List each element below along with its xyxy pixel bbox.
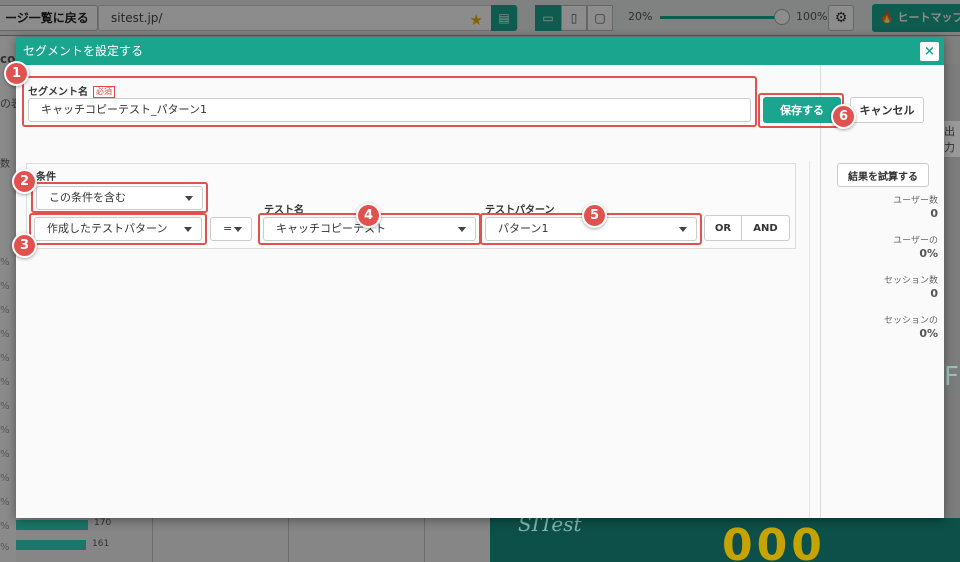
zoom-min-label: 20%	[628, 10, 653, 23]
heatmap-button: 🔥 ヒートマップ	[872, 4, 960, 32]
background-preview-letter: F	[944, 362, 959, 392]
stat-label: ユーザーの	[893, 236, 938, 246]
modal-body: セグメント名 必須 キャッチコピーテスト_パターン1 保存する キャンセル 条件 …	[4, 61, 944, 518]
modal-title: セグメントを設定する	[23, 44, 144, 58]
tablet-icon: ▢	[587, 5, 613, 31]
zoom-max-label: 100%	[796, 10, 828, 23]
test-name-label: テスト名	[264, 205, 304, 216]
background-bar-value: 170	[94, 518, 112, 528]
background-grid-line	[288, 518, 289, 562]
background-label-fragment: 数	[0, 159, 10, 170]
or-button[interactable]: OR	[704, 215, 742, 241]
background-percent: %	[0, 305, 10, 316]
required-badge: 必須	[93, 86, 115, 98]
background-grid-line	[424, 518, 425, 562]
target-select[interactable]: 作成したテストパターン	[34, 217, 202, 241]
background-page-preview: SITest 000	[490, 518, 960, 562]
background-percent: %	[0, 281, 10, 292]
test-pattern-label: テストパターン	[485, 205, 555, 216]
chevron-down-icon	[458, 227, 466, 232]
close-icon[interactable]: ×	[920, 42, 939, 61]
stat-value: 0%	[919, 327, 938, 340]
stat-label: セッション数	[883, 276, 938, 286]
modal-header: セグメントを設定する ×	[16, 37, 944, 65]
background-percent: %	[0, 473, 10, 484]
background-toolbar: ージ一覧に戻る sitest.jp/ ★ ▤ ▭ ▯ ▢ 20% 100% ⚙ …	[0, 0, 960, 36]
background-preview-logo: SITest	[518, 518, 582, 536]
stat-value: 0%	[919, 247, 938, 260]
background-percent: %	[0, 497, 10, 508]
star-icon: ★	[469, 11, 483, 29]
url-field: sitest.jp/ ★ ▤	[98, 5, 518, 31]
mobile-icon: ▯	[561, 5, 587, 31]
cancel-button[interactable]: キャンセル	[850, 97, 924, 123]
operator-select[interactable]: =	[210, 217, 252, 241]
annotation-badge-6: 6	[831, 104, 856, 129]
annotation-badge-1: 1	[4, 61, 29, 86]
save-button[interactable]: 保存する	[763, 97, 841, 123]
chevron-down-icon	[184, 227, 192, 232]
annotation-badge-2: 2	[12, 169, 37, 194]
background-output-button: 出力	[942, 121, 960, 157]
background-percent: %	[0, 329, 10, 340]
back-to-page-list-button: ージ一覧に戻る	[0, 5, 98, 31]
background-bar	[16, 540, 86, 550]
background-percent: %	[0, 377, 10, 388]
background-percent: %	[0, 449, 10, 460]
background-grid-line	[152, 518, 153, 562]
zoom-slider-track	[660, 16, 782, 19]
stat-label: セッションの	[883, 316, 938, 326]
background-percent: %	[0, 542, 10, 553]
condition-title: 条件	[36, 172, 56, 183]
background-percent: %	[0, 401, 10, 412]
stat-label: ユーザー数	[893, 196, 938, 206]
background-preview-number: 000	[722, 520, 826, 562]
chevron-down-icon	[679, 227, 687, 232]
document-icon: ▤	[491, 5, 517, 31]
annotation-badge-4: 4	[356, 203, 381, 228]
segment-modal: セグメントを設定する × セグメント名 必須 キャッチコピーテスト_パターン1 保…	[4, 37, 944, 518]
estimate-results-button[interactable]: 結果を試算する	[837, 163, 929, 187]
chevron-down-icon	[185, 196, 193, 201]
segment-name-label: セグメント名 必須	[28, 83, 115, 98]
background-percent: %	[0, 425, 10, 436]
chevron-down-icon	[234, 227, 242, 232]
background-percent: %	[0, 353, 10, 364]
annotation-badge-5: 5	[582, 203, 607, 228]
and-button[interactable]: AND	[742, 215, 790, 241]
include-condition-select[interactable]: この条件を含む	[36, 186, 203, 210]
panel-divider	[809, 161, 810, 518]
background-bar	[16, 520, 88, 530]
background-percent: %	[0, 521, 10, 532]
segment-name-input[interactable]: キャッチコピーテスト_パターン1	[28, 98, 751, 122]
desktop-icon: ▭	[535, 5, 561, 31]
background-bar-value: 161	[92, 539, 110, 549]
url-text: sitest.jp/	[111, 11, 163, 25]
stat-value: 0	[930, 207, 938, 220]
gear-icon: ⚙	[828, 5, 854, 31]
zoom-slider-knob	[774, 9, 790, 25]
annotation-badge-3: 3	[12, 233, 37, 258]
stat-value: 0	[930, 287, 938, 300]
background-percent: %	[0, 257, 10, 268]
